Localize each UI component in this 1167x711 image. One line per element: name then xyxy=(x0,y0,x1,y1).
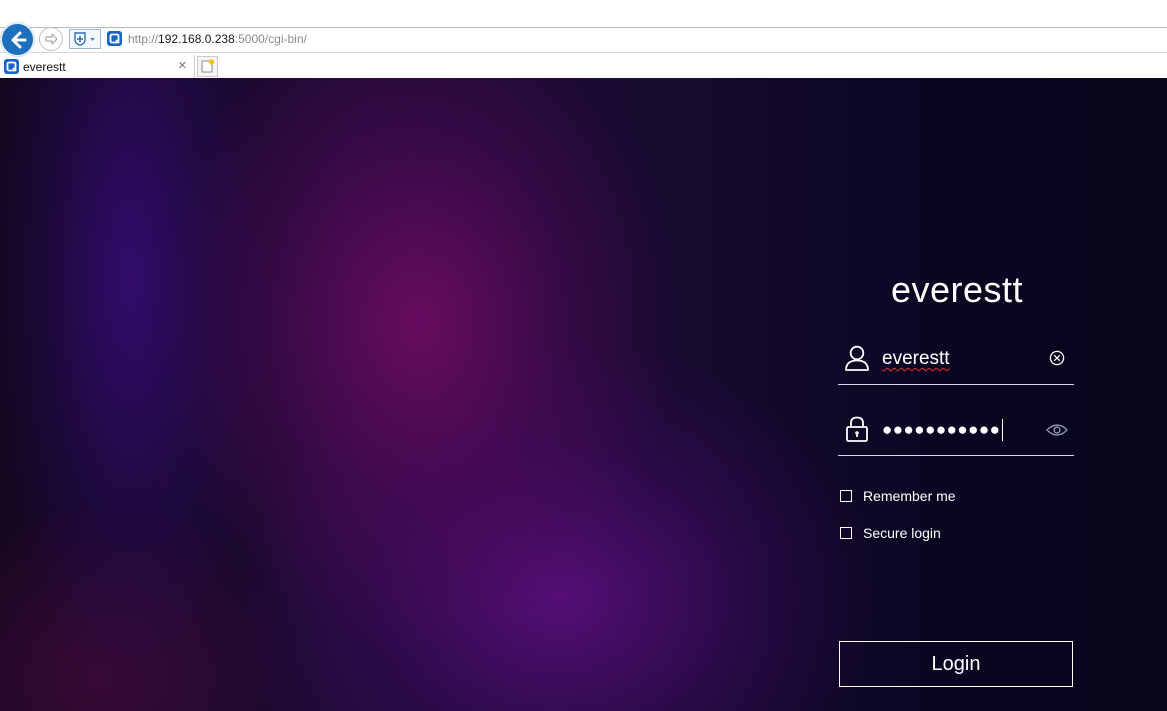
remember-me-row[interactable]: Remember me xyxy=(840,487,956,505)
url-path: :5000/cgi-bin/ xyxy=(234,32,307,46)
user-icon xyxy=(845,345,869,371)
forward-button[interactable] xyxy=(39,27,63,51)
secure-login-checkbox[interactable] xyxy=(840,527,852,539)
remember-me-checkbox[interactable] xyxy=(840,490,852,502)
password-input[interactable]: ●●●●●●●●●●● xyxy=(882,419,1004,441)
url-scheme: http:// xyxy=(128,32,159,46)
username-field[interactable]: everestt xyxy=(838,338,1074,385)
clear-circle-icon[interactable] xyxy=(1049,350,1065,366)
url-text[interactable]: http://192.168.0.238:5000/cgi-bin/ xyxy=(128,31,307,47)
browser-tab[interactable]: everestt × xyxy=(0,55,195,78)
qnap-q-icon xyxy=(107,31,122,46)
login-page: everestt everestt ●●●●●●●●●●● Remember m… xyxy=(0,78,1167,711)
qnap-q-icon xyxy=(4,59,19,74)
username-input[interactable]: everestt xyxy=(882,347,950,371)
back-button[interactable] xyxy=(0,22,35,57)
remember-me-label[interactable]: Remember me xyxy=(863,488,956,504)
secure-login-label[interactable]: Secure login xyxy=(863,525,941,541)
tab-title: everestt xyxy=(23,60,66,74)
lock-icon xyxy=(846,416,868,442)
eye-icon[interactable] xyxy=(1046,423,1068,437)
shield-plus-icon xyxy=(74,32,95,46)
tab-close-button[interactable]: × xyxy=(178,57,187,75)
device-name-title: everestt xyxy=(890,269,1024,310)
login-button[interactable]: Login xyxy=(839,641,1073,687)
new-tab-icon xyxy=(201,59,215,73)
arrow-left-icon xyxy=(11,31,26,48)
password-field[interactable]: ●●●●●●●●●●● xyxy=(838,409,1074,456)
new-tab-button[interactable] xyxy=(197,56,218,77)
secure-login-row[interactable]: Secure login xyxy=(840,524,941,542)
arrow-right-icon xyxy=(45,33,58,45)
login-panel: everestt everestt ●●●●●●●●●●● Remember m… xyxy=(838,78,1076,711)
url-host: 192.168.0.238 xyxy=(158,32,235,46)
compatibility-button[interactable] xyxy=(69,29,101,49)
